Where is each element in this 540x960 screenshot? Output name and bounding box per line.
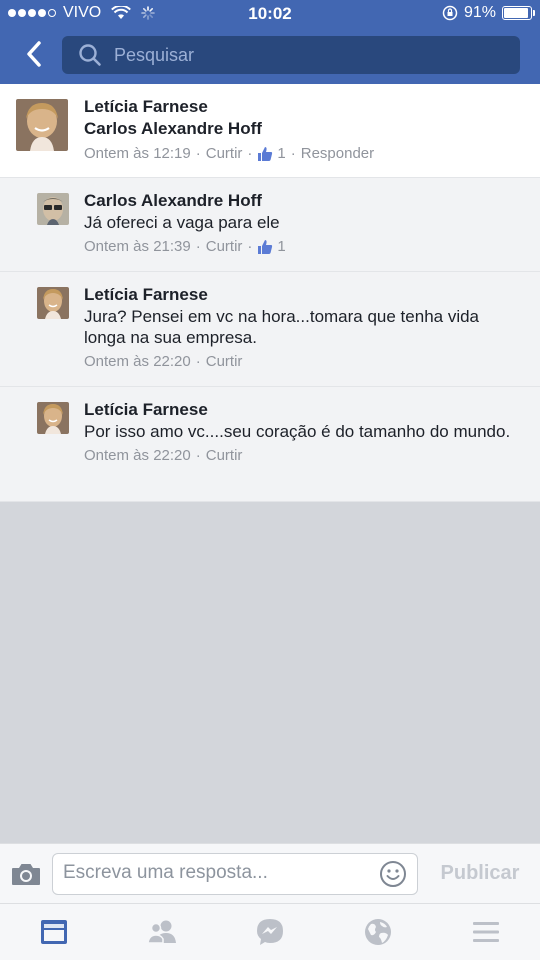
nav-bar [0,28,540,84]
separator-dot: · [247,145,253,162]
comment-body: Letícia Farnese Por isso amo vc....seu c… [84,399,522,466]
battery-icon [502,6,535,20]
tab-more[interactable] [432,904,540,960]
tab-messenger[interactable] [216,904,324,960]
chevron-left-icon [27,41,41,67]
avatar[interactable] [37,287,69,319]
like-button[interactable]: Curtir [206,446,243,466]
avatar[interactable] [16,99,68,151]
comment-text: Jura? Pensei em vc na hora...tomara que … [84,307,480,347]
reply-comment: Carlos Alexandre Hoff Já ofereci a vaga … [0,178,540,272]
reply-input[interactable] [63,862,373,884]
comment-meta: Ontem às 21:39 · Curtir · 1 [84,237,522,257]
search-box[interactable] [62,36,520,74]
tab-bar [0,903,540,960]
avatar[interactable] [37,193,69,225]
thumbs-up-icon [257,146,273,162]
comment-time[interactable]: Ontem às 22:20 [84,446,191,466]
separator-dot: · [195,353,201,370]
reply-box[interactable] [52,853,418,895]
separator-dot: · [195,447,201,464]
comment-time[interactable]: Ontem às 12:19 [84,144,191,164]
smiley-icon [380,861,406,887]
status-bar: VIVO 10:02 91% [0,0,540,28]
status-right: 91% [442,4,535,22]
friends-icon [147,920,176,944]
publish-button[interactable]: Publicar [428,862,532,885]
camera-button[interactable] [10,860,42,888]
comment-time[interactable]: Ontem às 22:20 [84,352,191,372]
comment-meta: Ontem às 22:20 · Curtir [84,446,522,466]
camera-icon [12,864,40,885]
search-icon [76,41,104,69]
comment-body: Carlos Alexandre Hoff Já ofereci a vaga … [84,190,522,257]
reply-composer: Publicar [0,843,540,903]
news-feed-icon [41,920,67,944]
comment-author[interactable]: Letícia Farnese [84,399,522,421]
tab-news-feed[interactable] [0,904,108,960]
battery-percent: 91% [463,4,496,21]
separator-dot: · [195,145,201,162]
header: VIVO 10:02 91% Pesquisar [0,0,540,84]
emoji-button[interactable] [379,860,407,888]
comment-thread: Letícia Farnese Carlos Alexandre Hoff On… [0,84,540,502]
reply-comment: Letícia Farnese Jura? Pensei em vc na ho… [0,272,540,387]
like-button[interactable]: Curtir [206,237,243,257]
comment-author[interactable]: Letícia Farnese [84,284,522,306]
comment-author[interactable]: Carlos Alexandre Hoff [84,190,522,212]
thumbs-up-icon [257,239,273,255]
separator-dot: · [195,238,201,255]
comment-body: Letícia Farnese Jura? Pensei em vc na ho… [84,284,522,372]
reply-button[interactable]: Responder [301,144,374,164]
comment-text: Já ofereci a vaga para ele [84,213,280,232]
orientation-lock-icon [442,5,458,21]
globe-icon [365,919,391,945]
messenger-icon [257,919,283,945]
separator-dot: · [290,145,296,162]
main-comment: Letícia Farnese Carlos Alexandre Hoff On… [0,84,540,178]
avatar[interactable] [37,402,69,434]
reply-comment: Letícia Farnese Por isso amo vc....seu c… [0,387,540,502]
like-count[interactable]: 1 [277,144,285,164]
separator-dot: · [247,238,253,255]
like-button[interactable]: Curtir [206,144,243,164]
comment-body: Letícia Farnese Carlos Alexandre Hoff On… [84,96,522,164]
like-count[interactable]: 1 [277,237,285,257]
like-button[interactable]: Curtir [206,352,243,372]
comment-meta: Ontem às 22:20 · Curtir [84,352,522,372]
tab-notifications[interactable] [324,904,432,960]
back-button[interactable] [18,38,50,70]
search-input[interactable] [114,44,494,66]
tab-friends[interactable] [108,904,216,960]
comment-meta: Ontem às 12:19 · Curtir · 1 · Responder [84,144,522,164]
comment-text: Por isso amo vc....seu coração é do tama… [84,422,511,441]
menu-icon [473,922,499,942]
comment-time[interactable]: Ontem às 21:39 [84,237,191,257]
comment-author[interactable]: Letícia Farnese [84,96,522,118]
tagged-person[interactable]: Carlos Alexandre Hoff [84,118,522,140]
